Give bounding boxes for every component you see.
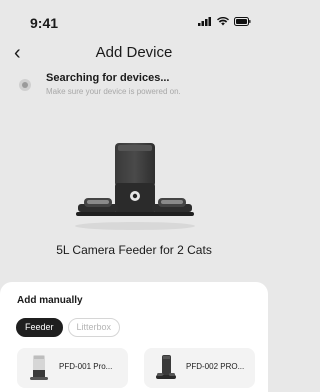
- tab-feeder[interactable]: Feeder: [16, 318, 63, 337]
- feeder-thumbnail-icon: [156, 355, 176, 379]
- search-title: Searching for devices...: [46, 72, 170, 84]
- signal-icon: [198, 17, 211, 26]
- searching-indicator-icon: [19, 79, 31, 91]
- product-list: PFD-001 Pro... PFD-002 PRO...: [17, 348, 255, 392]
- search-status: Searching for devices... Make sure your …: [17, 70, 257, 104]
- tab-litterbox[interactable]: Litterbox: [67, 318, 121, 337]
- status-bar: 9:41: [0, 0, 268, 40]
- battery-icon: [234, 17, 251, 26]
- feeder-thumbnail-icon: [30, 355, 48, 380]
- camera-feeder-image[interactable]: [70, 138, 200, 230]
- page-title: Add Device: [95, 44, 173, 61]
- nav-bar: ‹ Add Device: [0, 40, 268, 70]
- product-card-pfd-001[interactable]: PFD-001 Pro...: [17, 348, 128, 388]
- add-manually-title: Add manually: [17, 295, 83, 306]
- status-icons: [198, 17, 251, 26]
- found-device-name[interactable]: 5L Camera Feeder for 2 Cats: [0, 243, 268, 257]
- product-label: PFD-001 Pro...: [59, 362, 113, 371]
- wifi-icon: [217, 17, 229, 26]
- product-card-pfd-002[interactable]: PFD-002 PRO...: [144, 348, 255, 388]
- status-time: 9:41: [30, 15, 59, 31]
- product-label: PFD-002 PRO...: [186, 362, 245, 371]
- category-tabs: Feeder Litterbox: [16, 318, 121, 337]
- search-subtitle: Make sure your device is powered on.: [46, 87, 181, 96]
- add-manually-sheet: Add manually Feeder Litterbox PFD-001 Pr…: [0, 282, 268, 392]
